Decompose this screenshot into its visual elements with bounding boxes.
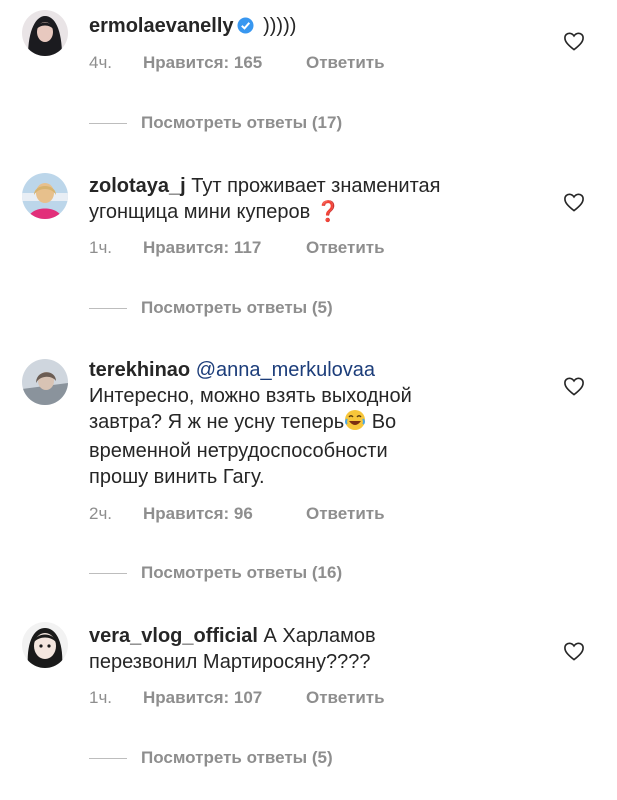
- view-replies-label: Посмотреть ответы (5): [141, 748, 333, 767]
- comment-meta: 4ч. Нравится: 165 Ответить: [89, 53, 385, 73]
- view-replies-label: Посмотреть ответы (5): [141, 298, 333, 317]
- like-heart-icon[interactable]: [563, 641, 585, 661]
- view-replies-button[interactable]: Посмотреть ответы (16): [89, 563, 342, 583]
- comment-username[interactable]: ermolaevanelly: [89, 15, 234, 37]
- comments-feed: ermolaevanelly ))))) 4ч. Нравится: 165 Отв…: [0, 0, 617, 800]
- comment-body-line: прошу винить Гагу.: [89, 466, 265, 488]
- reply-button[interactable]: Ответить: [306, 504, 385, 524]
- comment-body-line: временной нетрудоспособности: [89, 440, 388, 462]
- divider-line: [89, 572, 127, 574]
- comment-text: terekhinao @anna_merkulovaa Интересно, м…: [89, 357, 557, 490]
- avatar[interactable]: [22, 622, 68, 668]
- reply-button[interactable]: Ответить: [306, 238, 385, 258]
- like-heart-icon[interactable]: [563, 31, 585, 51]
- comment-time: 2ч.: [89, 504, 113, 523]
- comment-time: 4ч.: [89, 53, 113, 72]
- view-replies-button[interactable]: Посмотреть ответы (17): [89, 113, 342, 133]
- comment-text: zolotaya_j Тут проживает знаменитая угон…: [89, 173, 557, 225]
- comment-body-line: Во: [366, 411, 397, 433]
- comment-text: vera_vlog_official А Харламов перезвонил…: [89, 623, 557, 675]
- comment-body-line: Тут проживает знаменитая: [185, 175, 441, 197]
- comment-likes[interactable]: Нравится: 96: [143, 504, 306, 524]
- like-heart-icon[interactable]: [563, 192, 585, 212]
- divider-line: [89, 757, 127, 759]
- comment-username[interactable]: terekhinao: [89, 359, 190, 381]
- comment-likes[interactable]: Нравится: 107: [143, 688, 306, 708]
- divider-line: [89, 307, 127, 309]
- divider-line: [89, 122, 127, 124]
- question-mark-emoji-icon: ❓: [315, 201, 341, 223]
- avatar[interactable]: [22, 10, 68, 56]
- mention-link[interactable]: @anna_merkulovaa: [196, 359, 375, 381]
- view-replies-button[interactable]: Посмотреть ответы (5): [89, 298, 333, 318]
- comment-text: ermolaevanelly ))))): [89, 13, 557, 41]
- comment-body-line: завтра? Я ж не усну теперь: [89, 411, 345, 433]
- view-replies-button[interactable]: Посмотреть ответы (5): [89, 748, 333, 768]
- comment-body-line: Интересно, можно взять выходной: [89, 385, 412, 407]
- comment-username[interactable]: vera_vlog_official: [89, 625, 258, 647]
- comment-meta: 1ч. Нравится: 107 Ответить: [89, 688, 385, 708]
- comment-time: 1ч.: [89, 688, 113, 707]
- comment-likes[interactable]: Нравится: 165: [143, 53, 306, 73]
- reply-button[interactable]: Ответить: [306, 688, 385, 708]
- verified-badge-icon: [237, 15, 254, 41]
- comment-username[interactable]: zolotaya_j: [89, 175, 186, 197]
- like-heart-icon[interactable]: [563, 376, 585, 396]
- view-replies-label: Посмотреть ответы (16): [141, 563, 343, 582]
- reply-button[interactable]: Ответить: [306, 53, 385, 73]
- comment-body-line: угонщица мини куперов: [89, 201, 316, 223]
- comment-likes[interactable]: Нравится: 117: [143, 238, 306, 258]
- avatar[interactable]: [22, 359, 68, 405]
- comment-meta: 1ч. Нравится: 117 Ответить: [89, 238, 385, 258]
- laughing-emoji-icon: [344, 409, 366, 438]
- comment-time: 1ч.: [89, 238, 113, 257]
- comment-body-line: А Харламов: [257, 625, 376, 647]
- view-replies-label: Посмотреть ответы (17): [141, 113, 343, 132]
- comment-body-line: перезвонил Мартиросяну????: [89, 651, 371, 673]
- avatar[interactable]: [22, 173, 68, 219]
- comment-body: ))))): [257, 15, 297, 37]
- comment-meta: 2ч. Нравится: 96 Ответить: [89, 504, 385, 524]
